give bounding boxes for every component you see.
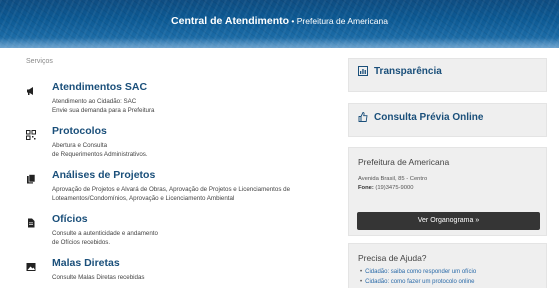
service-desc-line: Atendimento ao Cidadão: SAC bbox=[52, 98, 137, 105]
header-title: Central de Atendimento • Prefeitura de A… bbox=[0, 15, 559, 27]
info-phone-label: Fone: bbox=[358, 185, 374, 191]
service-desc-line: Loteamentos/Condomínios, Aprovação e Lic… bbox=[52, 195, 235, 202]
header-band bbox=[0, 38, 559, 48]
info-title: Prefeitura de Americana bbox=[358, 157, 450, 167]
consulta-label: Consulta Prévia Online bbox=[374, 112, 484, 123]
service-desc-line: Abertura e Consulta bbox=[52, 142, 108, 149]
help-link[interactable]: Cidadão: como fazer um protocolo online bbox=[360, 279, 474, 285]
service-oficios[interactable]: Ofícios Consulte a autenticidade e andam… bbox=[26, 213, 326, 249]
transparencia-panel[interactable]: Transparência bbox=[348, 58, 547, 92]
service-analises[interactable]: Análises de Projetos Aprovação de Projet… bbox=[26, 169, 326, 205]
service-desc: Consulte Malas Diretas recebidas bbox=[52, 273, 342, 282]
service-desc-line: Aprovação de Projetos e Alvará de Obras,… bbox=[52, 186, 291, 193]
service-desc-line: Envie sua demanda para a Prefeitura bbox=[52, 107, 155, 114]
service-desc: Consulte a autenticidade e andamento de … bbox=[52, 229, 342, 247]
service-protocolos[interactable]: Protocolos Abertura e Consulta de Requer… bbox=[26, 125, 326, 161]
help-link[interactable]: Cidadão: saiba como responder um ofício bbox=[360, 269, 476, 275]
service-desc: Atendimento ao Cidadão: SAC Envie sua de… bbox=[52, 97, 342, 115]
service-desc-line: Consulte a autenticidade e andamento bbox=[52, 230, 158, 237]
service-desc: Abertura e Consulta de Requerimentos Adm… bbox=[52, 141, 342, 159]
megaphone-icon bbox=[26, 83, 36, 95]
service-malas-diretas[interactable]: Malas Diretas Consulte Malas Diretas rec… bbox=[26, 257, 326, 287]
file-icon bbox=[26, 215, 36, 228]
service-name[interactable]: Ofícios bbox=[52, 213, 88, 225]
header-title-sub: Prefeitura de Americana bbox=[296, 16, 388, 26]
documents-icon bbox=[26, 171, 36, 184]
thumbs-up-icon bbox=[358, 112, 368, 122]
service-desc: Aprovação de Projetos e Alvará de Obras,… bbox=[52, 185, 342, 203]
service-name[interactable]: Malas Diretas bbox=[52, 257, 120, 269]
service-desc-line: de Requerimentos Administrativos. bbox=[52, 151, 148, 158]
info-address: Avenida Brasil, 85 - Centro bbox=[358, 176, 428, 182]
help-title: Precisa de Ajuda? bbox=[358, 253, 427, 263]
info-panel: Prefeitura de Americana Avenida Brasil, … bbox=[348, 147, 547, 236]
service-sac[interactable]: Atendimentos SAC Atendimento ao Cidadão:… bbox=[26, 81, 326, 117]
bar-chart-icon bbox=[358, 66, 368, 76]
transparencia-label: Transparência bbox=[374, 66, 442, 77]
service-name[interactable]: Atendimentos SAC bbox=[52, 81, 147, 93]
info-phone-value: (19)3475-9000 bbox=[373, 185, 414, 191]
service-name[interactable]: Análises de Projetos bbox=[52, 169, 155, 181]
qrcode-icon bbox=[26, 127, 36, 140]
picture-icon bbox=[26, 259, 36, 271]
service-desc-line: Consulte Malas Diretas recebidas bbox=[52, 274, 145, 281]
info-phone: Fone: (19)3475-9000 bbox=[358, 185, 413, 191]
consulta-panel[interactable]: Consulta Prévia Online bbox=[348, 103, 547, 137]
page-header: Central de Atendimento • Prefeitura de A… bbox=[0, 0, 559, 48]
services-label: Serviços bbox=[26, 58, 53, 65]
service-desc-line: de Ofícios recebidos. bbox=[52, 239, 111, 246]
header-separator: • bbox=[289, 16, 297, 26]
header-title-main: Central de Atendimento bbox=[171, 15, 290, 27]
service-name[interactable]: Protocolos bbox=[52, 125, 107, 137]
organograma-button[interactable]: Ver Organograma » bbox=[357, 212, 540, 230]
help-panel: Precisa de Ajuda? Cidadão: saiba como re… bbox=[348, 243, 547, 288]
